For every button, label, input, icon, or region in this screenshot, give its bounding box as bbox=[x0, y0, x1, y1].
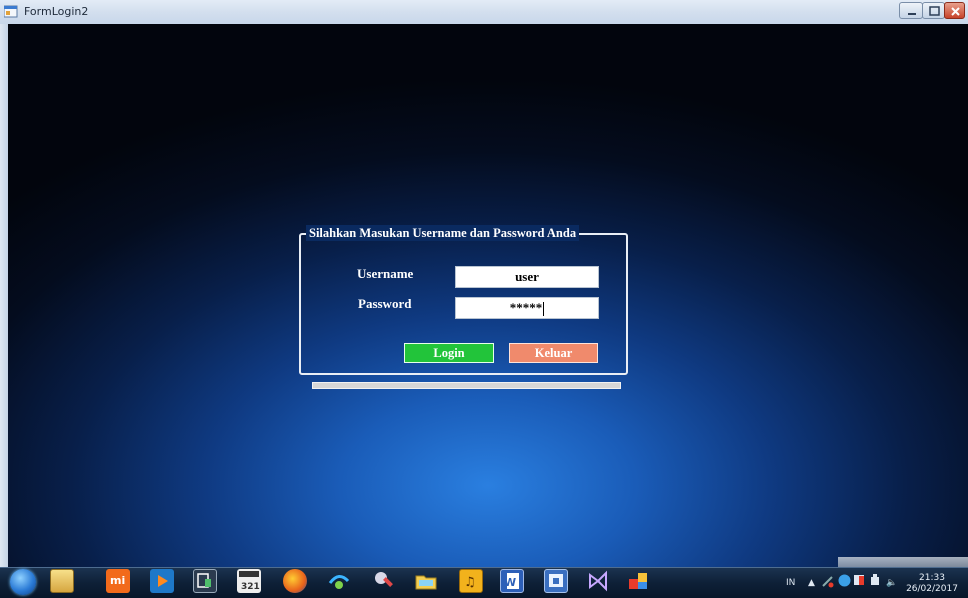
clock-time: 21:33 bbox=[919, 573, 945, 583]
svg-text:♫: ♫ bbox=[464, 575, 476, 590]
app-window-icon[interactable] bbox=[626, 569, 650, 593]
mi-icon[interactable]: mi bbox=[106, 569, 130, 593]
notification-strip bbox=[838, 557, 968, 567]
clock-date: 26/02/2017 bbox=[906, 584, 958, 594]
music-icon[interactable]: ♫ bbox=[459, 569, 483, 593]
word-icon[interactable]: W bbox=[500, 569, 524, 593]
window-border bbox=[0, 24, 8, 567]
paint-icon[interactable] bbox=[544, 569, 568, 593]
login-button[interactable]: Login bbox=[404, 343, 494, 363]
file-explorer-icon[interactable] bbox=[50, 569, 74, 593]
svg-text:321: 321 bbox=[241, 582, 260, 592]
network-status-icon[interactable] bbox=[822, 576, 834, 588]
minimize-icon bbox=[908, 13, 916, 15]
start-orb-icon[interactable] bbox=[10, 569, 36, 595]
svg-text:W: W bbox=[504, 576, 516, 589]
network-icon[interactable] bbox=[327, 569, 351, 593]
show-hidden-icons[interactable]: ▲ bbox=[808, 578, 815, 588]
folder-icon[interactable] bbox=[414, 569, 438, 593]
login-progress-bar bbox=[312, 382, 621, 389]
maximize-icon bbox=[929, 6, 940, 16]
exit-button[interactable]: Keluar bbox=[509, 343, 598, 363]
power-icon[interactable] bbox=[869, 574, 882, 587]
close-button[interactable] bbox=[944, 2, 965, 19]
action-center-icon[interactable] bbox=[853, 574, 866, 587]
close-icon bbox=[951, 7, 960, 16]
password-label: Password bbox=[358, 296, 412, 311]
device-icon[interactable] bbox=[193, 569, 217, 593]
form-icon bbox=[4, 5, 18, 18]
text-caret bbox=[543, 302, 545, 317]
tool-icon[interactable] bbox=[372, 569, 396, 593]
taskbar-clock[interactable]: 21:33 26/02/2017 bbox=[904, 573, 960, 595]
visual-studio-icon[interactable] bbox=[586, 569, 610, 593]
maximize-button[interactable] bbox=[922, 2, 945, 19]
window-titlebar: FormLogin2 bbox=[0, 0, 968, 25]
username-input[interactable]: user bbox=[455, 266, 599, 288]
username-label: Username bbox=[357, 266, 414, 281]
minimize-button[interactable] bbox=[899, 2, 923, 19]
window-title: FormLogin2 bbox=[24, 5, 89, 18]
username-value: user bbox=[515, 269, 539, 284]
calendar-icon[interactable]: 321 bbox=[237, 569, 261, 593]
media-player-icon[interactable] bbox=[150, 569, 174, 593]
password-value: ***** bbox=[509, 300, 543, 315]
login-groupbox-title: Silahkan Masukan Username dan Password A… bbox=[306, 225, 580, 241]
password-input[interactable]: ***** bbox=[455, 297, 599, 319]
volume-icon[interactable]: 🔈 bbox=[886, 578, 897, 588]
firefox-icon[interactable] bbox=[283, 569, 307, 593]
defender-icon[interactable] bbox=[838, 574, 851, 587]
language-indicator[interactable]: IN bbox=[786, 578, 795, 588]
